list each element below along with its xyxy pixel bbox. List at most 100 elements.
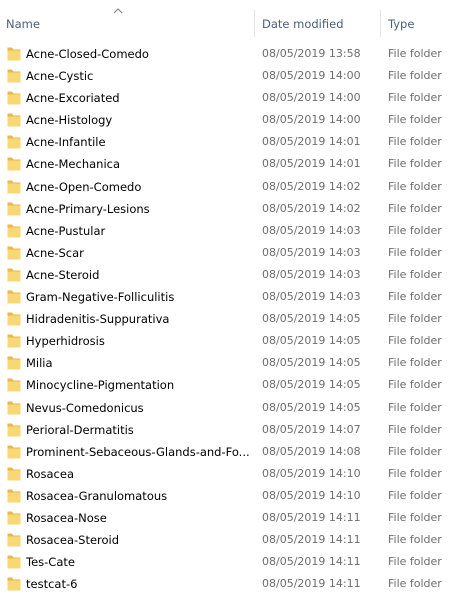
item-name: Nevus-Comedonicus xyxy=(26,400,144,415)
folder-icon xyxy=(7,180,21,194)
item-type: File folder xyxy=(388,378,442,392)
item-date-modified: 08/05/2019 14:05 xyxy=(262,312,361,326)
item-date-modified: 08/05/2019 14:07 xyxy=(262,422,361,436)
item-name: Rosacea xyxy=(26,466,74,481)
item-name: testcat-6 xyxy=(26,577,78,592)
folder-icon xyxy=(7,489,21,503)
folder-icon xyxy=(7,224,21,238)
file-list-item[interactable]: Prominent-Sebaceous-Glands-and-Fo... 08/… xyxy=(0,441,463,463)
file-list-item[interactable]: Acne-Open-Comedo 08/05/2019 14:02 File f… xyxy=(0,176,463,198)
file-list-item[interactable]: Acne-Pustular 08/05/2019 14:03 File fold… xyxy=(0,220,463,242)
item-name: Perioral-Dermatitis xyxy=(26,422,134,437)
file-list-item[interactable]: Milia 08/05/2019 14:05 File folder xyxy=(0,352,463,374)
column-header-name[interactable]: Name xyxy=(6,16,40,32)
item-date-modified: 08/05/2019 14:00 xyxy=(262,91,361,105)
file-list-item[interactable]: Nevus-Comedonicus 08/05/2019 14:05 File … xyxy=(0,397,463,419)
item-type: File folder xyxy=(388,444,442,458)
item-date-modified: 08/05/2019 14:03 xyxy=(262,267,361,281)
file-list-item[interactable]: Hidradenitis-Suppurativa 08/05/2019 14:0… xyxy=(0,308,463,330)
column-header-type[interactable]: Type xyxy=(388,16,414,32)
file-list-item[interactable]: testcat-6 08/05/2019 14:11 File folder xyxy=(0,573,463,595)
item-date-modified: 08/05/2019 14:05 xyxy=(262,378,361,392)
folder-icon xyxy=(7,401,21,414)
item-name: Acne-Mechanica xyxy=(26,157,121,172)
item-type: File folder xyxy=(388,577,442,591)
item-name: Hidradenitis-Suppurativa xyxy=(26,312,170,327)
folder-icon xyxy=(7,157,21,171)
item-type: File folder xyxy=(388,201,442,215)
file-list-item[interactable]: Acne-Scar 08/05/2019 14:03 File folder xyxy=(0,242,463,264)
item-date-modified: 08/05/2019 14:10 xyxy=(262,488,361,502)
item-name: Acne-Histology xyxy=(26,113,113,128)
item-date-modified: 08/05/2019 14:03 xyxy=(262,290,361,304)
file-list: Acne-Closed-Comedo 08/05/2019 13:58 File… xyxy=(0,43,463,595)
item-type: File folder xyxy=(388,290,442,304)
item-type: File folder xyxy=(388,245,442,259)
file-list-item[interactable]: Acne-Closed-Comedo 08/05/2019 13:58 File… xyxy=(0,43,463,65)
item-name: Rosacea-Steroid xyxy=(26,533,120,548)
item-type: File folder xyxy=(388,356,442,370)
folder-icon xyxy=(7,268,21,282)
item-name: Acne-Pustular xyxy=(26,223,106,238)
file-list-item[interactable]: Rosacea-Steroid 08/05/2019 14:11 File fo… xyxy=(0,529,463,551)
folder-icon xyxy=(7,511,21,525)
item-type: File folder xyxy=(388,312,442,326)
column-divider[interactable] xyxy=(380,10,381,37)
folder-icon xyxy=(7,334,21,348)
folder-icon xyxy=(7,555,21,569)
file-list-item[interactable]: Acne-Histology 08/05/2019 14:00 File fol… xyxy=(0,109,463,131)
item-type: File folder xyxy=(388,267,442,281)
item-date-modified: 08/05/2019 14:00 xyxy=(262,113,361,127)
item-name: Acne-Excoriated xyxy=(26,91,120,106)
item-name: Milia xyxy=(26,356,53,371)
item-date-modified: 08/05/2019 14:01 xyxy=(262,135,361,149)
item-date-modified: 08/05/2019 14:02 xyxy=(262,179,361,193)
column-header-bar: Name Date modified Type xyxy=(0,0,463,40)
folder-icon xyxy=(7,467,21,481)
item-date-modified: 08/05/2019 14:11 xyxy=(262,533,361,547)
item-name: Acne-Steroid xyxy=(26,267,100,282)
file-list-item[interactable]: Acne-Excoriated 08/05/2019 14:00 File fo… xyxy=(0,87,463,109)
file-list-item[interactable]: Acne-Mechanica 08/05/2019 14:01 File fol… xyxy=(0,153,463,175)
file-list-item[interactable]: Rosacea-Nose 08/05/2019 14:11 File folde… xyxy=(0,507,463,529)
item-name: Acne-Infantile xyxy=(26,135,106,150)
item-date-modified: 08/05/2019 14:11 xyxy=(262,510,361,524)
item-date-modified: 08/05/2019 14:08 xyxy=(262,444,361,458)
file-list-item[interactable]: Rosacea 08/05/2019 14:10 File folder xyxy=(0,463,463,485)
folder-icon xyxy=(7,356,21,370)
item-date-modified: 08/05/2019 14:05 xyxy=(262,400,361,414)
item-date-modified: 08/05/2019 14:03 xyxy=(262,245,361,259)
item-type: File folder xyxy=(388,179,442,193)
item-type: File folder xyxy=(388,334,442,348)
item-name: Minocycline-Pigmentation xyxy=(26,378,175,393)
item-date-modified: 08/05/2019 14:11 xyxy=(262,555,361,569)
chevron-up-icon[interactable] xyxy=(113,7,123,15)
column-divider[interactable] xyxy=(254,10,255,37)
folder-icon xyxy=(7,312,21,326)
file-list-item[interactable]: Rosacea-Granulomatous 08/05/2019 14:10 F… xyxy=(0,485,463,507)
item-type: File folder xyxy=(388,223,442,237)
folder-icon xyxy=(7,69,21,83)
item-type: File folder xyxy=(388,533,442,547)
file-list-item[interactable]: Hyperhidrosis 08/05/2019 14:05 File fold… xyxy=(0,330,463,352)
item-name: Acne-Closed-Comedo xyxy=(26,47,149,61)
file-list-item[interactable]: Acne-Steroid 08/05/2019 14:03 File folde… xyxy=(0,264,463,286)
item-name: Acne-Scar xyxy=(26,245,84,260)
item-type: File folder xyxy=(388,47,442,60)
item-type: File folder xyxy=(388,91,442,105)
item-date-modified: 08/05/2019 14:05 xyxy=(262,334,361,348)
file-list-item[interactable]: Minocycline-Pigmentation 08/05/2019 14:0… xyxy=(0,374,463,396)
file-list-item[interactable]: Perioral-Dermatitis 08/05/2019 14:07 Fil… xyxy=(0,419,463,441)
file-list-item[interactable]: Gram-Negative-Folliculitis 08/05/2019 14… xyxy=(0,286,463,308)
column-header-date-modified[interactable]: Date modified xyxy=(262,16,344,32)
file-list-item[interactable]: Tes-Cate 08/05/2019 14:11 File folder xyxy=(0,551,463,573)
file-list-item[interactable]: Acne-Cystic 08/05/2019 14:00 File folder xyxy=(0,65,463,87)
item-name: Acne-Open-Comedo xyxy=(26,179,142,194)
item-date-modified: 08/05/2019 14:10 xyxy=(262,466,361,480)
item-type: File folder xyxy=(388,113,442,127)
file-list-item[interactable]: Acne-Infantile 08/05/2019 14:01 File fol… xyxy=(0,131,463,153)
item-type: File folder xyxy=(388,69,442,83)
item-type: File folder xyxy=(388,466,442,480)
item-type: File folder xyxy=(388,157,442,171)
file-list-item[interactable]: Acne-Primary-Lesions 08/05/2019 14:02 Fi… xyxy=(0,198,463,220)
